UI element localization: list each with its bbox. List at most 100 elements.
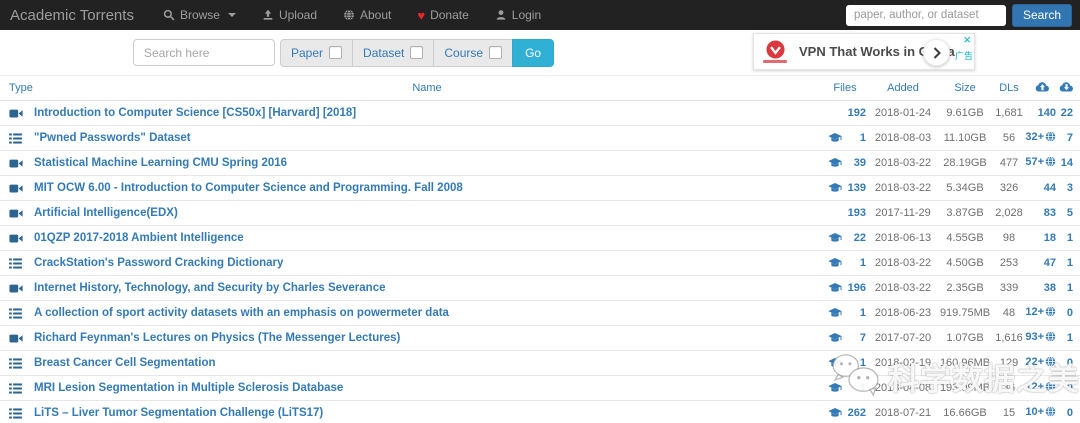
filter-course-button[interactable]: Course: [433, 38, 514, 67]
ad-next-button[interactable]: [923, 39, 950, 66]
files-cell[interactable]: 39: [842, 150, 871, 176]
nav-label-login: Login: [511, 8, 542, 22]
torrent-link[interactable]: CrackStation's Password Cracking Diction…: [34, 257, 283, 269]
name-cell: Internet History, Technology, and Securi…: [34, 275, 820, 301]
header-leechers[interactable]: [1056, 75, 1080, 101]
table-row: 01QZP 2017-2018 Ambient Intelligence 22 …: [0, 225, 1080, 251]
name-cell: MRI Lesion Segmentation in Multiple Scle…: [34, 375, 820, 401]
files-cell[interactable]: 1: [842, 250, 871, 276]
dataset-checkbox[interactable]: [410, 46, 424, 59]
torrent-link[interactable]: Statistical Machine Learning CMU Spring …: [34, 157, 287, 169]
files-cell[interactable]: 196: [842, 275, 871, 301]
globe-icon: [1045, 156, 1056, 170]
go-button[interactable]: Go: [512, 38, 555, 67]
list-icon: [9, 307, 22, 319]
torrent-link[interactable]: Artificial Intelligence(EDX): [34, 207, 178, 219]
dls-cell: 56: [994, 125, 1025, 151]
dls-cell: 339: [994, 275, 1025, 301]
size-cell: 4.55GB: [936, 225, 995, 251]
dls-cell: 98: [994, 225, 1025, 251]
nav-item-donate[interactable]: ♥ Donate: [404, 0, 481, 30]
name-cell: "Pwned Passwords" Dataset: [34, 125, 820, 151]
filter-group: Paper Dataset Course Go: [280, 38, 555, 67]
filter-dataset-button[interactable]: Dataset: [352, 38, 435, 67]
seeders-cell: 22+: [1024, 350, 1057, 376]
type-cell: [0, 100, 34, 126]
files-cell[interactable]: 1: [842, 375, 871, 401]
header-type[interactable]: Type: [0, 75, 34, 101]
files-cell[interactable]: 192: [842, 100, 871, 126]
leechers-cell: 0: [1056, 350, 1080, 376]
name-cell: MIT OCW 6.00 - Introduction to Computer …: [34, 175, 820, 201]
dls-cell: 2,028: [994, 200, 1025, 226]
search-button[interactable]: Search: [1011, 3, 1072, 27]
chevron-right-icon: [933, 46, 941, 59]
files-cell[interactable]: 139: [842, 175, 871, 201]
type-cell: [0, 200, 34, 226]
ad-badge: 广告: [954, 51, 973, 61]
files-cell[interactable]: 1: [842, 350, 871, 376]
brand[interactable]: Academic Torrents: [0, 7, 150, 24]
leechers-cell: 0: [1056, 400, 1080, 423]
nav-item-browse[interactable]: Browse: [150, 0, 249, 30]
header-seeders[interactable]: [1024, 75, 1057, 101]
edu-cell: [820, 275, 842, 301]
nav-item-upload[interactable]: Upload: [249, 0, 330, 30]
torrent-link[interactable]: MRI Lesion Segmentation in Multiple Scle…: [34, 382, 343, 394]
header-size[interactable]: Size: [936, 75, 995, 101]
seeders-count: 93+: [1025, 331, 1045, 343]
dls-cell: 1,616: [994, 325, 1025, 351]
files-cell[interactable]: 1: [842, 125, 871, 151]
course-checkbox[interactable]: [489, 46, 503, 59]
name-cell: 01QZP 2017-2018 Ambient Intelligence: [34, 225, 820, 251]
files-cell[interactable]: 1: [842, 300, 871, 326]
list-icon: [9, 257, 22, 269]
torrent-link[interactable]: LiTS – Liver Tumor Segmentation Challeng…: [34, 407, 323, 419]
filter-paper-button[interactable]: Paper: [280, 38, 354, 67]
graduation-cap-icon: [828, 257, 842, 269]
dls-cell: 1,681: [994, 100, 1025, 126]
edu-cell: [820, 400, 842, 423]
table-row: CrackStation's Password Cracking Diction…: [0, 250, 1080, 276]
files-cell[interactable]: 7: [842, 325, 871, 351]
torrent-link[interactable]: Breast Cancer Cell Segmentation: [34, 357, 216, 369]
header-dls[interactable]: DLs: [994, 75, 1025, 101]
edu-cell: [820, 250, 842, 276]
globe-icon: [1045, 356, 1056, 370]
video-icon: [9, 107, 23, 119]
torrent-link[interactable]: Internet History, Technology, and Securi…: [34, 282, 386, 294]
list-icon: [9, 132, 22, 144]
edu-cell: [820, 325, 842, 351]
name-cell: CrackStation's Password Cracking Diction…: [34, 250, 820, 276]
files-cell[interactable]: 22: [842, 225, 871, 251]
size-cell: 193.09MB: [936, 375, 995, 401]
torrent-link[interactable]: MIT OCW 6.00 - Introduction to Computer …: [34, 182, 463, 194]
filter-search-input[interactable]: [133, 39, 275, 66]
paper-checkbox[interactable]: [329, 46, 343, 59]
header-added[interactable]: Added: [870, 75, 937, 101]
nav-item-about[interactable]: About: [330, 0, 404, 30]
name-cell: Breast Cancer Cell Segmentation: [34, 350, 820, 376]
header-name[interactable]: Name: [34, 75, 820, 101]
seeders-count: 57+: [1025, 156, 1045, 168]
globe-icon: [343, 9, 355, 21]
files-cell[interactable]: 262: [842, 400, 871, 423]
torrent-link[interactable]: "Pwned Passwords" Dataset: [34, 132, 191, 144]
torrent-link[interactable]: Introduction to Computer Science [CS50x]…: [34, 107, 356, 119]
cloud-upload-icon: [1035, 82, 1050, 95]
navbar-search-input[interactable]: [845, 4, 1006, 26]
torrent-link[interactable]: 01QZP 2017-2018 Ambient Intelligence: [34, 232, 244, 244]
ad-banner[interactable]: VPN That Works in China × 广告: [753, 33, 975, 70]
added-cell: 2017-11-29: [870, 200, 937, 226]
size-cell: 160.96MB: [936, 350, 995, 376]
size-cell: 2.35GB: [936, 275, 995, 301]
files-cell[interactable]: 193: [842, 200, 871, 226]
nav-item-login[interactable]: Login: [482, 0, 554, 30]
filter-paper-label: Paper: [291, 45, 324, 60]
torrent-link[interactable]: Richard Feynman's Lectures on Physics (T…: [34, 332, 400, 344]
header-files[interactable]: Files: [820, 75, 871, 101]
torrent-link[interactable]: A collection of sport activity datasets …: [34, 307, 449, 319]
ad-close-icon[interactable]: ×: [963, 33, 971, 47]
video-icon: [9, 232, 23, 244]
added-cell: 2018-08-03: [870, 125, 937, 151]
